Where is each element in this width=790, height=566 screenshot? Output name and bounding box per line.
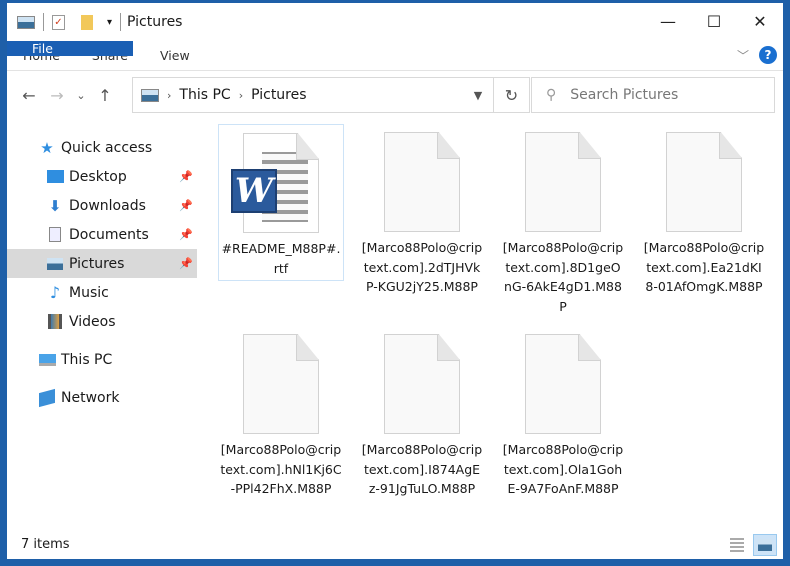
network-icon xyxy=(37,388,57,407)
minimize-button[interactable]: — xyxy=(645,3,691,39)
breadcrumb-this-pc[interactable]: This PC xyxy=(179,87,230,103)
file-item[interactable]: [Marco88Polo@criptext.com].Ola1GohE-9A7F… xyxy=(500,326,626,499)
large-icons-view-icon xyxy=(758,539,772,551)
large-icons-view-button[interactable] xyxy=(753,534,777,556)
pictures-icon xyxy=(17,15,35,29)
pictures-icon xyxy=(45,257,65,270)
details-view-button[interactable] xyxy=(725,534,749,556)
explorer-window: ✓ ▾ Pictures — ☐ ✕ File Home Share View … xyxy=(7,3,783,559)
sidebar-item-this-pc[interactable]: This PC xyxy=(7,345,197,374)
file-name: [Marco88Polo@criptext.com].8D1geOnG-6AkE… xyxy=(502,240,624,314)
title-bar: ✓ ▾ Pictures — ☐ ✕ xyxy=(7,3,783,41)
sidebar-item-pictures[interactable]: Pictures 📌 xyxy=(7,249,197,278)
pin-icon[interactable]: 📌 xyxy=(179,228,193,241)
music-icon: ♪ xyxy=(49,283,61,302)
close-button[interactable]: ✕ xyxy=(737,3,783,39)
sidebar-item-label: Quick access xyxy=(61,139,153,156)
sidebar-item-music[interactable]: ♪ Music xyxy=(7,278,197,307)
details-view-icon xyxy=(730,538,744,552)
customize-toolbar-icon[interactable]: ▾ xyxy=(107,17,112,28)
blank-file-icon xyxy=(525,132,601,232)
computer-icon xyxy=(37,353,57,366)
back-button[interactable]: ← xyxy=(15,86,43,105)
file-name: [Marco88Polo@criptext.com].I874AgEz-91Jg… xyxy=(361,442,483,496)
address-bar[interactable]: › This PC › Pictures ▼ xyxy=(132,77,494,113)
sidebar-item-label: Desktop xyxy=(69,168,127,185)
file-name: #README_M88P#.rtf xyxy=(221,241,341,276)
sidebar-item-label: Downloads xyxy=(69,197,146,214)
file-name: [Marco88Polo@criptext.com].Ola1GohE-9A7F… xyxy=(502,442,624,496)
file-name: [Marco88Polo@criptext.com].hNl1Kj6C-PPl4… xyxy=(220,442,342,496)
sidebar-item-quick-access[interactable]: ★ Quick access xyxy=(7,133,197,162)
videos-icon xyxy=(45,314,65,329)
ribbon-tabs: File Home Share View ﹀ ? xyxy=(7,41,783,71)
properties-icon[interactable]: ✓ xyxy=(52,14,65,30)
sidebar-item-label: This PC xyxy=(61,351,113,368)
pin-icon[interactable]: 📌 xyxy=(179,199,193,212)
up-button[interactable]: ↑ xyxy=(91,86,119,105)
blank-file-icon xyxy=(525,334,601,434)
sidebar-item-videos[interactable]: Videos xyxy=(7,307,197,336)
documents-icon xyxy=(45,227,65,242)
expand-ribbon-icon[interactable]: ﹀ xyxy=(737,47,749,64)
refresh-icon: ↻ xyxy=(504,85,519,105)
sidebar-item-label: Documents xyxy=(69,226,149,243)
file-item[interactable]: [Marco88Polo@criptext.com].8D1geOnG-6AkE… xyxy=(500,124,626,316)
file-list: W #README_M88P#.rtf [Marco88Polo@criptex… xyxy=(210,121,778,531)
pin-icon[interactable]: 📌 xyxy=(179,170,193,183)
chevron-right-icon: › xyxy=(167,88,172,102)
tab-file[interactable]: File xyxy=(7,41,133,56)
file-name: [Marco88Polo@criptext.com].2dTJHVkP-KGU2… xyxy=(361,240,483,294)
tab-view[interactable]: View xyxy=(144,41,206,70)
file-item[interactable]: [Marco88Polo@criptext.com].I874AgEz-91Jg… xyxy=(359,326,485,499)
search-icon: ⚲ xyxy=(546,87,557,103)
sidebar-item-downloads[interactable]: ⬇ Downloads 📌 xyxy=(7,191,197,220)
file-item[interactable]: [Marco88Polo@criptext.com].hNl1Kj6C-PPl4… xyxy=(218,326,344,499)
pin-icon[interactable]: 📌 xyxy=(179,257,193,270)
download-icon: ⬇ xyxy=(48,196,62,215)
navigation-pane: ★ Quick access Desktop 📌 ⬇ Downloads 📌 Docum… xyxy=(7,133,197,523)
chevron-right-icon: › xyxy=(238,88,244,102)
forward-button[interactable]: → xyxy=(43,86,71,105)
refresh-button[interactable]: ↻ xyxy=(494,77,530,113)
blank-file-icon xyxy=(243,334,319,434)
blank-file-icon xyxy=(666,132,742,232)
search-placeholder: Search Pictures xyxy=(570,87,679,103)
chevron-down-icon[interactable]: ▼ xyxy=(463,89,493,102)
status-bar: 7 items xyxy=(7,529,783,559)
navigation-bar: ← → ⌄ ↑ › This PC › Pictures ▼ ↻ ⚲ Searc… xyxy=(7,77,783,113)
window-title: Pictures xyxy=(127,14,183,30)
sidebar-item-label: Pictures xyxy=(69,255,125,272)
file-item[interactable]: [Marco88Polo@criptext.com].2dTJHVkP-KGU2… xyxy=(359,124,485,297)
sidebar-item-label: Videos xyxy=(69,313,116,330)
maximize-button[interactable]: ☐ xyxy=(691,3,737,39)
file-item[interactable]: [Marco88Polo@criptext.com].Ea21dKI8-01Af… xyxy=(641,124,767,297)
sidebar-item-label: Music xyxy=(69,284,109,301)
recent-locations-button[interactable]: ⌄ xyxy=(71,89,91,102)
divider xyxy=(120,13,122,31)
help-icon[interactable]: ? xyxy=(759,46,777,64)
file-item[interactable]: W #README_M88P#.rtf xyxy=(218,124,344,281)
file-name: [Marco88Polo@criptext.com].Ea21dKI8-01Af… xyxy=(643,240,765,294)
sidebar-item-label: Network xyxy=(61,389,120,406)
breadcrumb-pictures[interactable]: Pictures xyxy=(251,87,306,103)
item-count: 7 items xyxy=(21,536,70,552)
divider xyxy=(43,13,44,31)
blank-file-icon xyxy=(384,132,460,232)
sidebar-item-documents[interactable]: Documents 📌 xyxy=(7,220,197,249)
sidebar-item-desktop[interactable]: Desktop 📌 xyxy=(7,162,197,191)
pictures-icon xyxy=(141,88,159,102)
blank-file-icon xyxy=(384,334,460,434)
new-folder-icon[interactable] xyxy=(81,14,93,30)
desktop-icon xyxy=(45,170,65,183)
search-input[interactable]: ⚲ Search Pictures xyxy=(531,77,775,113)
star-icon: ★ xyxy=(40,138,54,157)
word-logo-icon: W xyxy=(231,169,277,213)
sidebar-item-network[interactable]: Network xyxy=(7,383,197,412)
